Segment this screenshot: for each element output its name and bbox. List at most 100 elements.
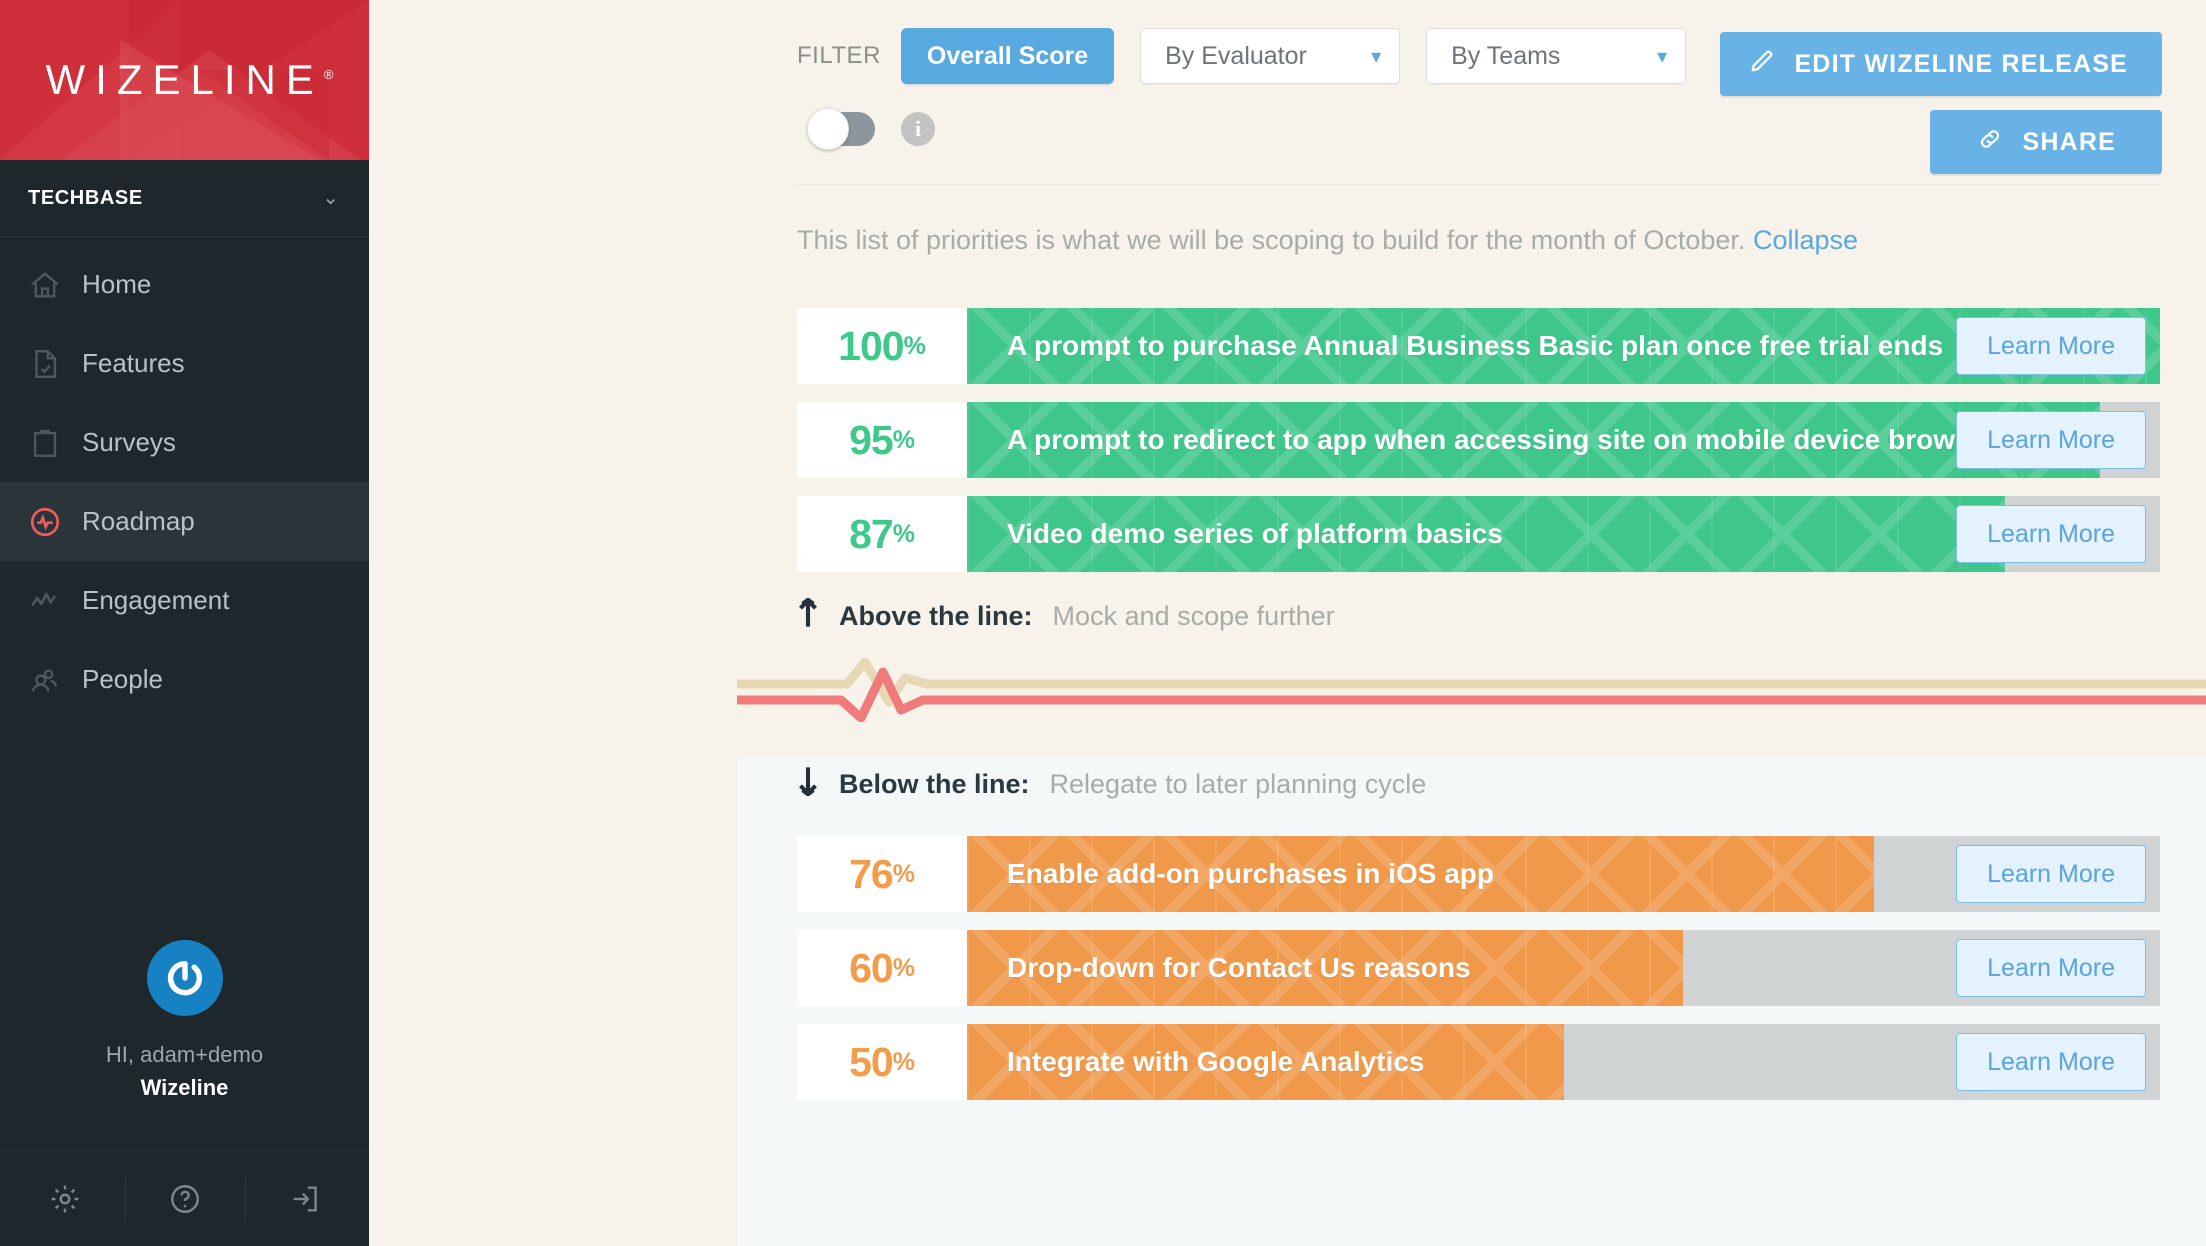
logo-trademark: ® — [324, 67, 334, 82]
priority-row: 50% Integrate with Google Analytics Lear… — [797, 1024, 2160, 1100]
sidebar-footer — [0, 1150, 369, 1246]
avatar[interactable] — [147, 940, 223, 1016]
above-the-line-list: 100% A prompt to purchase Annual Busines… — [369, 256, 2206, 572]
sidebar-item-home[interactable]: Home — [0, 245, 369, 324]
sidebar-item-people[interactable]: People — [0, 640, 369, 719]
learn-more-button[interactable]: Learn More — [1956, 411, 2146, 469]
score-bar: A prompt to redirect to app when accessi… — [967, 402, 2160, 478]
priority-row: 100% A prompt to purchase Annual Busines… — [797, 308, 2160, 384]
sidebar-item-features[interactable]: Features — [0, 324, 369, 403]
learn-more-button[interactable]: Learn More — [1956, 317, 2146, 375]
toolbar: FILTER Overall Score By Evaluator ▾ By T… — [369, 0, 2206, 146]
priority-title: A prompt to purchase Annual Business Bas… — [967, 330, 1943, 362]
score-value: 95 — [849, 417, 893, 464]
sidebar: WIZELINE® TECHBASE ⌄ Home — [0, 0, 369, 1246]
gear-icon[interactable] — [5, 1171, 125, 1227]
sidebar-item-label: Features — [82, 348, 185, 379]
clipboard-icon — [28, 426, 82, 460]
pencil-icon — [1748, 47, 1776, 82]
chevron-down-icon[interactable]: ⌄ — [322, 188, 339, 208]
score-value: 76 — [849, 851, 893, 898]
priority-row: 76% Enable add-on purchases in iOS app L… — [797, 836, 2160, 912]
above-label-hint: Mock and scope further — [1053, 601, 1335, 632]
pulse-line-graphic — [737, 658, 2206, 722]
score-toggle[interactable] — [809, 112, 875, 146]
priority-row: 87% Video demo series of platform basics… — [797, 496, 2160, 572]
priority-title: Enable add-on purchases in iOS app — [967, 858, 1494, 890]
priority-row: 95% A prompt to redirect to app when acc… — [797, 402, 2160, 478]
info-icon[interactable]: i — [901, 112, 935, 146]
sidebar-item-label: People — [82, 664, 163, 695]
score-bar: Drop-down for Contact Us reasons Learn M… — [967, 930, 2160, 1006]
score-value: 100 — [838, 323, 903, 370]
sidebar-item-label: Engagement — [82, 585, 229, 616]
the-line-divider — [369, 658, 2206, 722]
evaluator-select[interactable]: By Evaluator ▾ — [1140, 28, 1400, 84]
teams-select-value: By Teams — [1451, 42, 1560, 71]
logo-wordmark: WIZELINE® — [36, 56, 334, 104]
people-icon — [28, 663, 82, 697]
chevron-down-icon: ▾ — [1371, 44, 1381, 69]
learn-more-button[interactable]: Learn More — [1956, 505, 2146, 563]
percent-symbol: % — [893, 520, 915, 549]
percent-symbol: % — [893, 954, 915, 983]
sidebar-spacer — [0, 719, 369, 940]
line-chart-icon — [28, 584, 82, 618]
description-sentence: This list of priorities is what we will … — [797, 225, 1745, 255]
score-bar: A prompt to purchase Annual Business Bas… — [967, 308, 2160, 384]
percent-symbol: % — [893, 1048, 915, 1077]
percent-symbol: % — [904, 332, 926, 361]
score-percent: 76% — [797, 836, 967, 912]
edit-button-label: EDIT WIZELINE RELEASE — [1794, 50, 2128, 79]
sidebar-item-label: Home — [82, 269, 151, 300]
above-the-line-label: Above the line: Mock and scope further — [369, 598, 2206, 634]
score-value: 50 — [849, 1039, 893, 1086]
evaluator-select-value: By Evaluator — [1165, 42, 1307, 71]
sidebar-item-engagement[interactable]: Engagement — [0, 561, 369, 640]
score-percent: 60% — [797, 930, 967, 1006]
edit-wizeline-release-button[interactable]: EDIT WIZELINE RELEASE — [1720, 32, 2162, 96]
home-icon — [28, 268, 82, 302]
below-the-line-list: 76% Enable add-on purchases in iOS app L… — [369, 802, 2206, 1100]
learn-more-button[interactable]: Learn More — [1956, 1033, 2146, 1091]
toolbar-actions: EDIT WIZELINE RELEASE SHARE — [1720, 32, 2162, 174]
teams-select[interactable]: By Teams ▾ — [1426, 28, 1686, 84]
document-check-icon — [28, 347, 82, 381]
logout-icon[interactable] — [245, 1171, 365, 1227]
chevron-down-icon: ▾ — [1657, 44, 1667, 69]
score-value: 87 — [849, 511, 893, 558]
workspace-switcher[interactable]: TECHBASE ⌄ — [0, 160, 369, 237]
learn-more-button[interactable]: Learn More — [1956, 845, 2146, 903]
sidebar-item-label: Roadmap — [82, 506, 195, 537]
arrow-up-icon — [797, 598, 819, 634]
score-bar: Integrate with Google Analytics Learn Mo… — [967, 1024, 2160, 1100]
brand-logo[interactable]: WIZELINE® — [0, 0, 369, 160]
sidebar-item-roadmap[interactable]: Roadmap — [0, 482, 369, 561]
arrow-down-icon — [797, 766, 819, 802]
app-root: WIZELINE® TECHBASE ⌄ Home — [0, 0, 2206, 1246]
overall-score-button[interactable]: Overall Score — [901, 28, 1114, 84]
below-label-hint: Relegate to later planning cycle — [1050, 769, 1427, 800]
share-button[interactable]: SHARE — [1930, 110, 2162, 174]
score-percent: 50% — [797, 1024, 967, 1100]
filter-label: FILTER — [797, 42, 881, 70]
percent-symbol: % — [893, 860, 915, 889]
collapse-link[interactable]: Collapse — [1753, 225, 1858, 255]
priority-title: Video demo series of platform basics — [967, 518, 1503, 550]
toggle-knob — [807, 108, 849, 150]
percent-symbol: % — [893, 426, 915, 455]
workspace-name: TECHBASE — [28, 187, 143, 210]
main-content: FILTER Overall Score By Evaluator ▾ By T… — [369, 0, 2206, 1246]
link-icon — [1976, 125, 2004, 160]
score-percent: 95% — [797, 402, 967, 478]
sidebar-item-surveys[interactable]: Surveys — [0, 403, 369, 482]
learn-more-button[interactable]: Learn More — [1956, 939, 2146, 997]
score-percent: 100% — [797, 308, 967, 384]
help-circle-icon[interactable] — [125, 1171, 245, 1227]
user-org: Wizeline — [0, 1071, 369, 1104]
pulse-circle-icon — [28, 505, 82, 539]
below-label-bold: Below the line: — [839, 769, 1030, 800]
description-text: This list of priorities is what we will … — [369, 185, 2206, 256]
priority-row: 60% Drop-down for Contact Us reasons Lea… — [797, 930, 2160, 1006]
below-the-line-label: Below the line: Relegate to later planni… — [369, 766, 2206, 802]
